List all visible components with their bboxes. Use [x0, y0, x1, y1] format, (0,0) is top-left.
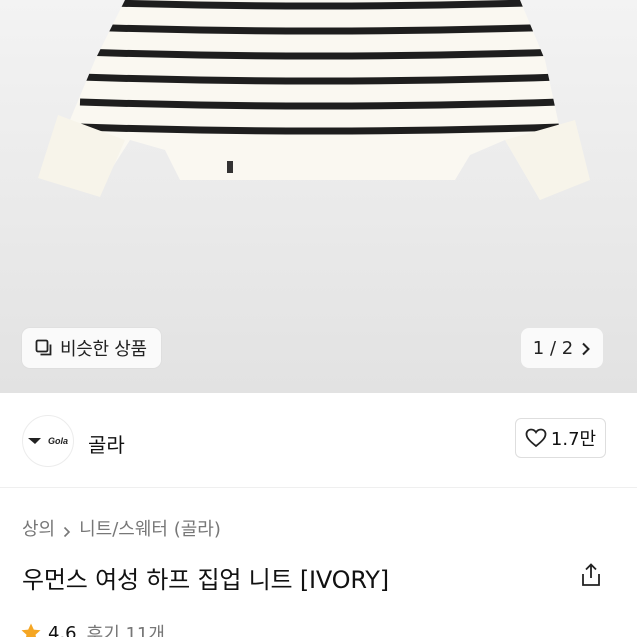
- rating-row[interactable]: 4.6 후기 11개: [20, 620, 165, 637]
- product-title: 우먼스 여성 하프 집업 니트 [IVORY]: [22, 566, 389, 594]
- brand-logo[interactable]: Gola: [22, 415, 74, 467]
- like-button[interactable]: 1.7만: [515, 418, 606, 458]
- similar-products-label: 비슷한 상품: [60, 339, 147, 360]
- rating-score: 4.6: [48, 622, 77, 637]
- pager-text: 1 / 2: [532, 337, 574, 359]
- chevron-right-icon: [63, 522, 71, 538]
- like-count: 1.7만: [550, 429, 597, 450]
- heart-icon: [525, 428, 547, 448]
- product-image-carousel[interactable]: 비슷한 상품 1 / 2: [0, 0, 637, 393]
- similar-products-button[interactable]: 비슷한 상품: [22, 328, 161, 368]
- brand-name[interactable]: 골라: [88, 429, 125, 458]
- chevron-right-icon: [581, 341, 591, 356]
- image-pager[interactable]: 1 / 2: [521, 328, 603, 368]
- copy-icon: [34, 338, 54, 358]
- breadcrumb-item-knit[interactable]: 니트/스웨터 (골라): [79, 515, 221, 541]
- share-icon[interactable]: [580, 563, 602, 587]
- star-icon: [20, 622, 42, 637]
- breadcrumb: 상의 니트/스웨터 (골라): [22, 515, 221, 541]
- gola-wing-icon: [27, 438, 41, 444]
- brand-logo-text: Gola: [47, 436, 68, 446]
- review-count: 후기 11개: [86, 624, 165, 637]
- brand-row: Gola 골라 1.7만: [0, 393, 637, 488]
- breadcrumb-item-top[interactable]: 상의: [22, 515, 55, 541]
